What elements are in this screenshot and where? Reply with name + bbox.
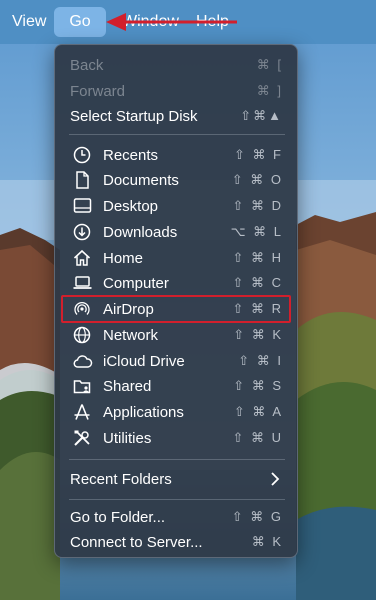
airdrop-highlight-box [61,295,291,323]
menu-item-forward[interactable]: Forward ⌘ ] [61,78,291,104]
menu-item-icloud-drive[interactable]: iCloud Drive ⇧ ⌘ I [61,348,291,374]
laptop-icon [73,274,93,292]
globe-icon [73,326,93,344]
menu-item-select-startup-disk[interactable]: Select Startup Disk ⇧⌘▲ [61,103,291,129]
menu-separator [69,459,285,460]
download-icon [73,223,93,241]
desktop-icon [73,197,93,215]
menu-item-documents[interactable]: Documents ⇧ ⌘ O [61,167,291,193]
shared-folder-icon [73,377,93,395]
utilities-icon [73,429,93,447]
menu-item-connect-to-server[interactable]: Connect to Server... ⌘ K [61,529,291,555]
clock-icon [73,146,93,164]
menu-separator [69,499,285,500]
menu-item-shared[interactable]: Shared ⇧ ⌘ S [61,373,291,399]
menu-item-computer[interactable]: Computer ⇧ ⌘ C [61,270,291,296]
annotation-arrow-icon [104,8,239,38]
menu-separator [69,134,285,135]
menu-item-go-to-folder[interactable]: Go to Folder... ⇧ ⌘ G [61,504,291,530]
menu-item-utilities[interactable]: Utilities ⇧ ⌘ U [61,425,291,451]
document-icon [73,171,93,189]
menu-view[interactable]: View [2,7,56,37]
menu-item-downloads[interactable]: Downloads ⌥ ⌘ L [61,219,291,245]
applications-icon [73,403,93,421]
home-icon [73,249,93,267]
menu-item-recents[interactable]: Recents ⇧ ⌘ F [61,142,291,168]
chevron-right-icon [269,470,281,488]
menu-item-desktop[interactable]: Desktop ⇧ ⌘ D [61,193,291,219]
menu-item-recent-folders[interactable]: Recent Folders [61,466,291,492]
go-menu-dropdown: Back ⌘ [ Forward ⌘ ] Select Startup Disk… [54,44,298,558]
menu-item-back[interactable]: Back ⌘ [ [61,52,291,78]
cloud-icon [73,352,93,370]
menu-item-home[interactable]: Home ⇧ ⌘ H [61,245,291,271]
menu-item-applications[interactable]: Applications ⇧ ⌘ A [61,399,291,425]
menu-item-network[interactable]: Network ⇧ ⌘ K [61,322,291,348]
menu-go[interactable]: Go [54,7,106,37]
